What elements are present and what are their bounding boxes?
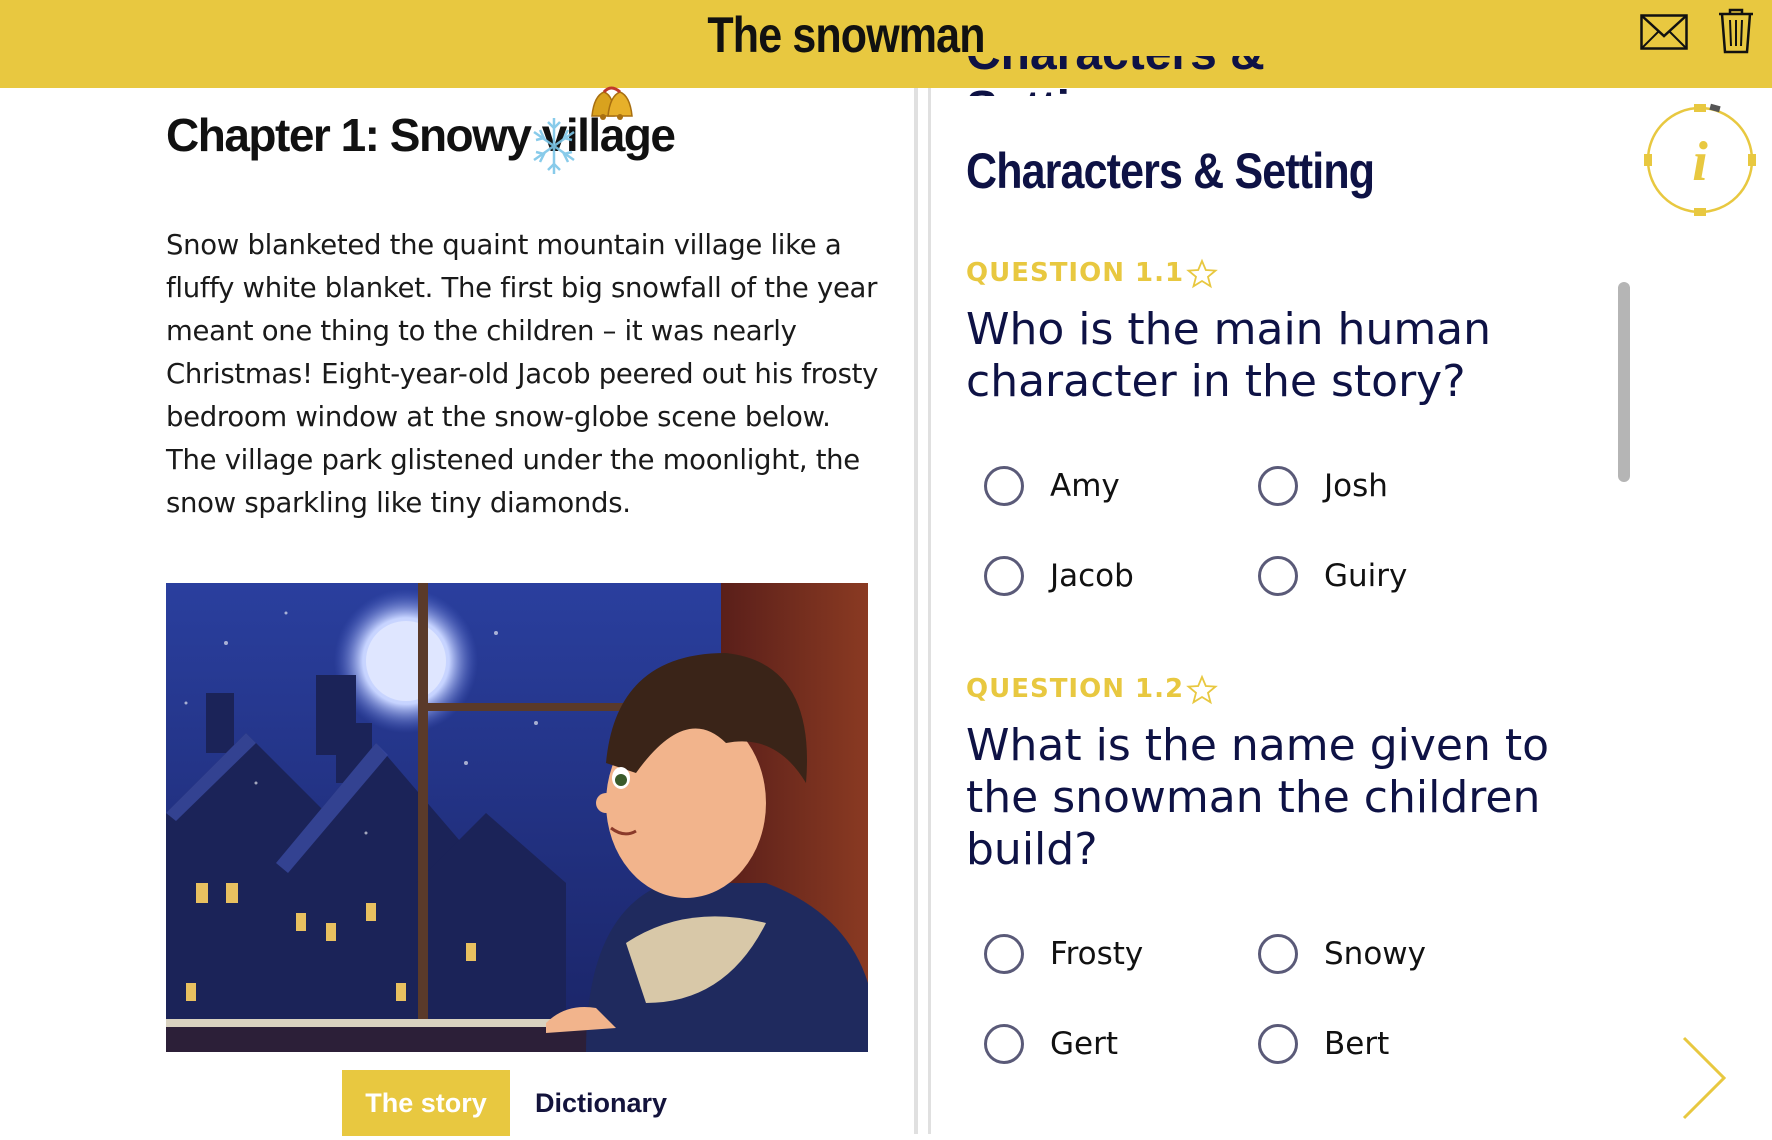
- answer-label: Bert: [1324, 1026, 1390, 1062]
- question-text: Who is the main human character in the s…: [966, 304, 1492, 407]
- question-label: QUESTION 1.1: [966, 258, 1185, 288]
- answer-label: Snowy: [1324, 936, 1426, 972]
- answer-option[interactable]: Guiry: [1258, 554, 1407, 598]
- story-paragraph: Snow blanketed the quaint mountain villa…: [166, 229, 879, 519]
- answer-label: Jacob: [1050, 558, 1134, 594]
- radio-button[interactable]: [984, 556, 1024, 596]
- scrolled-heading-fragment: Characters & Setting: [966, 56, 1266, 96]
- snowflake-icon: [533, 118, 575, 174]
- answer-option[interactable]: Snowy: [1258, 932, 1426, 976]
- answer-label: Josh: [1324, 468, 1388, 504]
- answer-label: Guiry: [1324, 558, 1408, 594]
- radio-button[interactable]: [1258, 934, 1298, 974]
- radio-button[interactable]: [984, 934, 1024, 974]
- answer-label: Gert: [1050, 1026, 1118, 1062]
- star-icon[interactable]: [1186, 674, 1218, 706]
- answer-option[interactable]: Amy: [984, 464, 1120, 508]
- radio-button[interactable]: [1258, 556, 1298, 596]
- section-title: Characters & Setting: [966, 143, 1375, 199]
- column-divider: [914, 88, 918, 1134]
- radio-button[interactable]: [1258, 1024, 1298, 1064]
- chapter-title: Chapter 1: Snowy village: [166, 109, 676, 161]
- star-icon[interactable]: [1186, 258, 1218, 290]
- question-text: What is the name given to the snowman th…: [966, 720, 1549, 875]
- answer-label: Frosty: [1050, 936, 1144, 972]
- envelope-icon[interactable]: [1640, 14, 1688, 50]
- tab-dictionary[interactable]: Dictionary: [514, 1070, 688, 1136]
- svg-text:i: i: [1692, 131, 1708, 193]
- info-icon[interactable]: i: [1642, 102, 1758, 218]
- chevron-right-icon[interactable]: [1680, 1036, 1728, 1120]
- scrollbar-thumb[interactable]: [1618, 282, 1630, 482]
- answer-option[interactable]: Bert: [1258, 1022, 1389, 1066]
- question-label: QUESTION 1.2: [966, 674, 1185, 704]
- story-illustration: [166, 583, 868, 1052]
- tab-the-story[interactable]: The story: [342, 1070, 510, 1136]
- answer-option[interactable]: Josh: [1258, 464, 1388, 508]
- page-title: The snowman: [707, 7, 985, 63]
- trash-icon[interactable]: [1718, 8, 1754, 54]
- column-divider: [928, 88, 931, 1134]
- radio-button[interactable]: [1258, 466, 1298, 506]
- answer-option[interactable]: Jacob: [984, 554, 1134, 598]
- answer-label: Amy: [1050, 468, 1120, 504]
- answer-option[interactable]: Frosty: [984, 932, 1143, 976]
- radio-button[interactable]: [984, 466, 1024, 506]
- top-bar: The snowman: [0, 0, 1772, 88]
- radio-button[interactable]: [984, 1024, 1024, 1064]
- answer-option[interactable]: Gert: [984, 1022, 1118, 1066]
